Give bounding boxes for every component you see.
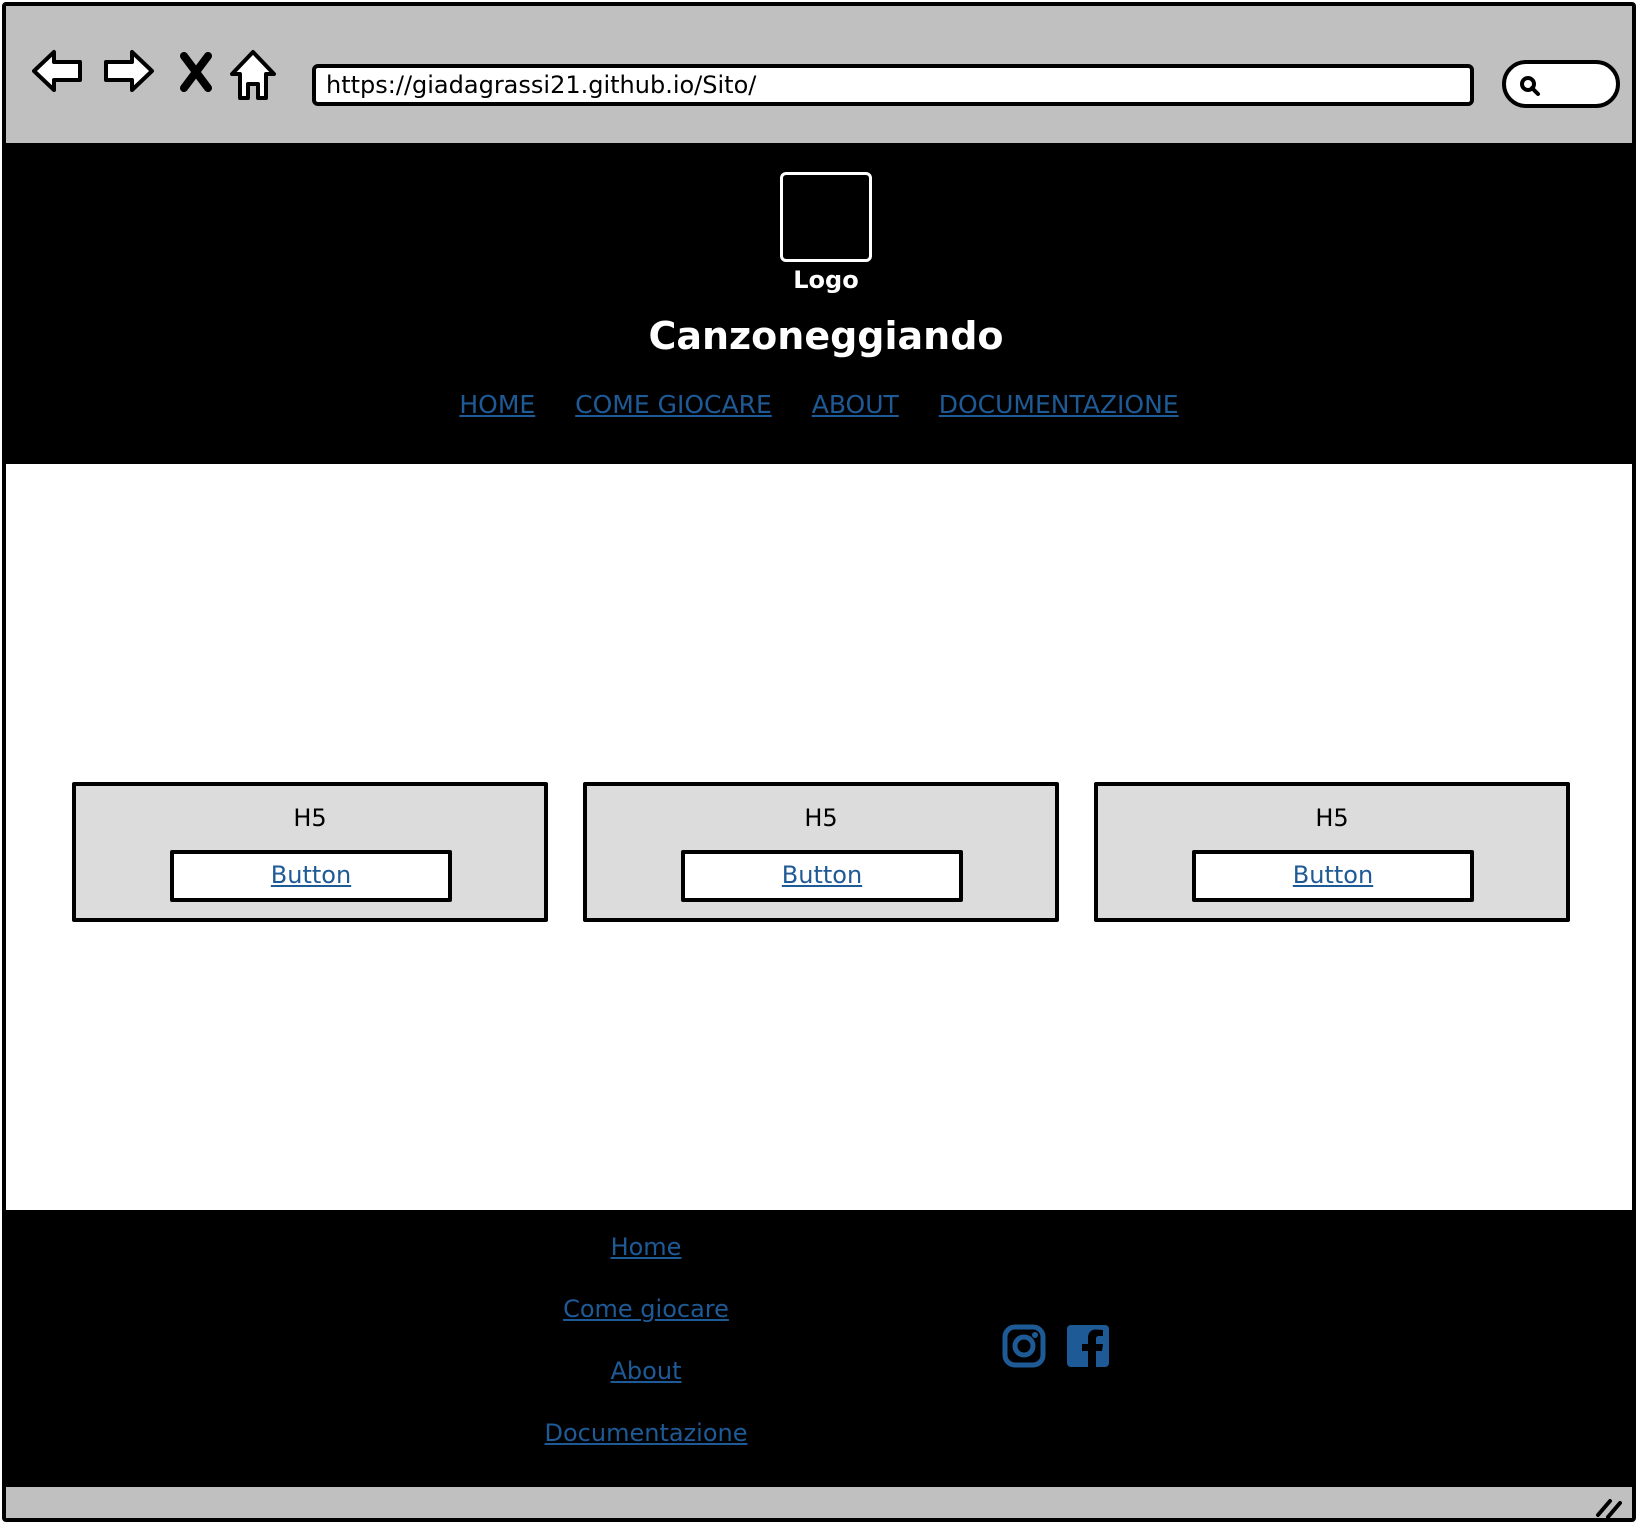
card-title: H5	[293, 804, 327, 832]
browser-status-bar	[6, 1484, 1632, 1518]
card-button[interactable]: Button	[681, 850, 963, 902]
address-bar[interactable]: https://giadagrassi21.github.io/Sito/	[312, 64, 1474, 106]
card-button[interactable]: Button	[170, 850, 452, 902]
card: H5 Button	[583, 782, 1059, 922]
footer-links: Home Come giocare About Documentazione	[446, 1224, 846, 1472]
facebook-icon[interactable]	[1066, 1324, 1110, 1372]
card-title: H5	[1315, 804, 1349, 832]
site-header: Logo Canzoneggiando HOME COME GIOCARE AB…	[6, 146, 1632, 464]
nav-link-documentazione[interactable]: DOCUMENTAZIONE	[939, 390, 1179, 419]
browser-window: https://giadagrassi21.github.io/Sito/ Lo…	[2, 2, 1636, 1522]
logo-placeholder[interactable]	[780, 172, 872, 262]
card: H5 Button	[72, 782, 548, 922]
nav-link-about[interactable]: ABOUT	[812, 390, 899, 419]
footer-link-come-giocare[interactable]: Come giocare	[446, 1286, 846, 1348]
forward-arrow-icon[interactable]	[100, 46, 156, 100]
resize-grip-icon[interactable]	[1594, 1495, 1624, 1518]
footer-link-documentazione[interactable]: Documentazione	[446, 1410, 846, 1472]
browser-toolbar: https://giadagrassi21.github.io/Sito/	[6, 6, 1632, 146]
search-icon	[1520, 76, 1540, 96]
stop-x-icon[interactable]	[178, 52, 214, 96]
site-title: Canzoneggiando	[648, 314, 1004, 358]
card-title: H5	[804, 804, 838, 832]
card-button[interactable]: Button	[1192, 850, 1474, 902]
home-icon[interactable]	[228, 48, 278, 106]
instagram-icon[interactable]	[1002, 1324, 1046, 1372]
back-arrow-icon[interactable]	[30, 46, 86, 100]
footer-link-home[interactable]: Home	[446, 1224, 846, 1286]
footer-link-about[interactable]: About	[446, 1348, 846, 1410]
logo-label: Logo	[793, 266, 859, 294]
main-content: H5 Button H5 Button H5 Button	[6, 464, 1632, 1210]
card: H5 Button	[1094, 782, 1570, 922]
site-footer: Home Come giocare About Documentazione	[6, 1210, 1632, 1484]
nav-link-home[interactable]: HOME	[459, 390, 535, 419]
main-navigation: HOME COME GIOCARE ABOUT DOCUMENTAZIONE	[6, 390, 1632, 419]
nav-link-come-giocare[interactable]: COME GIOCARE	[575, 390, 772, 419]
browser-search-field[interactable]	[1502, 60, 1620, 108]
address-bar-url: https://giadagrassi21.github.io/Sito/	[326, 71, 757, 99]
